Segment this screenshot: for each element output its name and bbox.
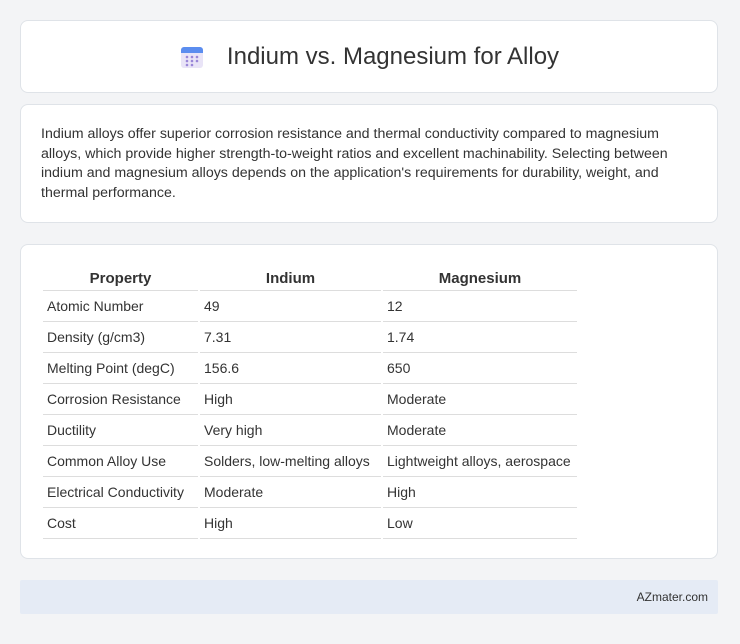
indium-cell: Solders, low-melting alloys	[200, 446, 381, 477]
property-cell: Density (g/cm3)	[43, 322, 198, 353]
title-card: Indium vs. Magnesium for Alloy	[20, 20, 718, 93]
magnesium-cell: High	[383, 477, 577, 508]
property-cell: Common Alloy Use	[43, 446, 198, 477]
magnesium-cell: Lightweight alloys, aerospace	[383, 446, 577, 477]
calendar-icon	[180, 46, 203, 68]
indium-cell: High	[200, 508, 381, 539]
header-indium: Indium	[200, 267, 381, 291]
table-card: Property Indium Magnesium Atomic Number …	[20, 244, 718, 559]
table-row: Melting Point (degC) 156.6 650	[43, 353, 577, 384]
property-cell: Ductility	[43, 415, 198, 446]
indium-cell: Very high	[200, 415, 381, 446]
table-row: Corrosion Resistance High Moderate	[43, 384, 577, 415]
property-cell: Corrosion Resistance	[43, 384, 198, 415]
magnesium-cell: 650	[383, 353, 577, 384]
page-title: Indium vs. Magnesium for Alloy	[226, 42, 560, 70]
intro-text: Indium alloys offer superior corrosion r…	[41, 126, 668, 201]
intro-card: Indium alloys offer superior corrosion r…	[20, 104, 718, 223]
table-row: Ductility Very high Moderate	[43, 415, 577, 446]
footer: AZmater.com	[20, 580, 718, 614]
table-row: Atomic Number 49 12	[43, 291, 577, 322]
property-cell: Electrical Conductivity	[43, 477, 198, 508]
table-row: Electrical Conductivity Moderate High	[43, 477, 577, 508]
table-row: Common Alloy Use Solders, low-melting al…	[43, 446, 577, 477]
footer-site-link[interactable]: AZmater.com	[637, 590, 708, 604]
indium-cell: 156.6	[200, 353, 381, 384]
indium-cell: 49	[200, 291, 381, 322]
magnesium-cell: 12	[383, 291, 577, 322]
magnesium-cell: 1.74	[383, 322, 577, 353]
magnesium-cell: Low	[383, 508, 577, 539]
table-row: Cost High Low	[43, 508, 577, 539]
property-cell: Atomic Number	[43, 291, 198, 322]
header-property: Property	[43, 267, 198, 291]
indium-cell: Moderate	[200, 477, 381, 508]
magnesium-cell: Moderate	[383, 384, 577, 415]
property-cell: Melting Point (degC)	[43, 353, 198, 384]
comparison-table: Property Indium Magnesium Atomic Number …	[41, 267, 579, 539]
table-header-row: Property Indium Magnesium	[43, 267, 577, 291]
property-cell: Cost	[43, 508, 198, 539]
magnesium-cell: Moderate	[383, 415, 577, 446]
table-row: Density (g/cm3) 7.31 1.74	[43, 322, 577, 353]
indium-cell: 7.31	[200, 322, 381, 353]
header-magnesium: Magnesium	[383, 267, 577, 291]
indium-cell: High	[200, 384, 381, 415]
